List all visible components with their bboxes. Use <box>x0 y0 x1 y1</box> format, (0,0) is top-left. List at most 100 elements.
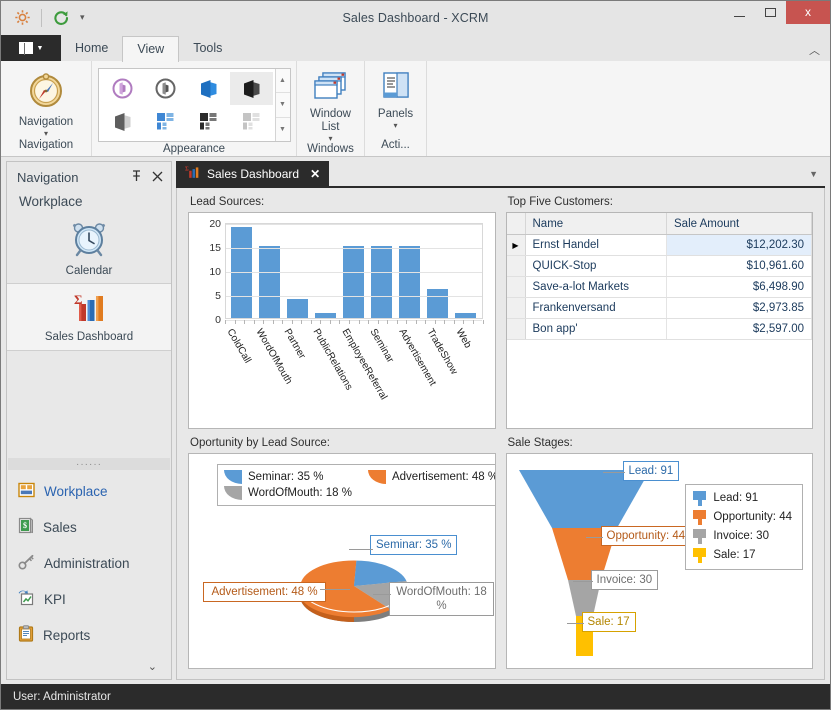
minimize-button[interactable] <box>724 1 755 25</box>
sale-stages-funnel-chart[interactable]: Lead: 91 Opportunity: 44 Invoice: 30 Sal… <box>506 453 814 670</box>
theme-office-dark-gray-icon[interactable] <box>144 72 187 105</box>
pie-legend-item-seminar: Seminar: 35 % <box>224 470 352 484</box>
svg-text:$: $ <box>23 521 27 530</box>
row-indicator[interactable] <box>507 319 526 339</box>
ribbon-group-appearance: ▲ ▼ ▼ Appearance <box>91 61 296 156</box>
row-indicator-header <box>507 213 526 234</box>
refresh-icon[interactable] <box>48 6 74 30</box>
close-button[interactable]: x <box>786 1 830 24</box>
collapse-ribbon-icon[interactable]: ︿ <box>809 42 820 58</box>
navigation-button[interactable]: Navigation ▾ <box>10 66 82 137</box>
row-indicator[interactable]: ▶ <box>507 235 526 255</box>
window-list-button[interactable]: Window List ▾ <box>304 66 357 142</box>
dashboard-grid: Lead Sources: 05101520 ColdCallWordOfMou… <box>176 188 825 680</box>
ribbon-tab-bar: ▼ Home View Tools ︿ <box>1 35 830 61</box>
customize-quick-access-icon[interactable]: ▾ <box>78 12 87 23</box>
tab-home[interactable]: Home <box>61 36 122 61</box>
sidebar-item-reports[interactable]: Reports <box>7 617 171 653</box>
navigation-panel-title: Navigation <box>17 170 78 185</box>
sidebar-item-administration[interactable]: Administration <box>7 545 171 581</box>
chevron-down-icon[interactable]: ▾ <box>328 135 332 142</box>
table-row[interactable]: ▶Ernst Handel$12,202.30 <box>507 235 813 256</box>
chevron-down-icon[interactable]: ▾ <box>44 130 48 137</box>
navigation-expand-button[interactable]: ⌄ <box>7 653 171 679</box>
navigation-splitter[interactable]: ······ <box>8 458 170 470</box>
application-menu-button[interactable]: ▼ <box>1 35 61 61</box>
cell-customer-name: Bon app' <box>526 319 668 339</box>
tab-tools[interactable]: Tools <box>179 36 236 61</box>
panel-opportunity-by-lead-source: Oportunity by Lead Source: Seminar: 35 % <box>183 433 501 674</box>
bar-chart-x-tick <box>368 320 369 324</box>
nav-item-calendar[interactable]: Calendar <box>7 215 171 283</box>
window-list-icon <box>313 70 349 107</box>
theme-office-black-icon[interactable] <box>230 72 273 105</box>
theme-metro-dark-icon[interactable] <box>187 105 230 138</box>
theme-office-blue-icon[interactable] <box>187 72 230 105</box>
pin-icon[interactable] <box>131 170 142 185</box>
bar-chart-bar[interactable] <box>371 246 392 318</box>
document-tab-sales-dashboard[interactable]: Σ Sales Dashboard ✕ <box>176 161 329 186</box>
status-bar-user: User: Administrator <box>13 691 111 703</box>
gear-icon[interactable] <box>9 6 35 30</box>
panels-button[interactable]: Panels ▾ <box>372 66 419 129</box>
bar-chart-x-labels: ColdCallWordOfMouthPartnerPublicRelation… <box>225 327 483 417</box>
document-tab-list-icon[interactable]: ▼ <box>809 169 825 179</box>
column-header-sale-amount[interactable]: Sale Amount <box>667 213 812 234</box>
bar-chart-x-tick <box>273 320 274 324</box>
bar-chart-bar[interactable] <box>315 313 336 318</box>
theme-metro-blue-icon[interactable] <box>144 105 187 138</box>
sidebar-item-sales[interactable]: $ Sales <box>7 509 171 545</box>
bar-chart-y-tick-label: 10 <box>209 266 221 278</box>
bar-chart-x-tick <box>320 320 321 324</box>
gallery-scrollbar[interactable]: ▲ ▼ ▼ <box>275 69 290 141</box>
chevron-down-icon[interactable]: ▾ <box>393 122 397 129</box>
theme-office-white-icon[interactable] <box>101 105 144 138</box>
funnel-callout-invoice: Invoice: 30 <box>591 570 659 590</box>
scroll-down-icon[interactable]: ▼ <box>276 93 290 117</box>
table-row[interactable]: Bon app'$2,597.00 <box>507 319 813 340</box>
lead-sources-chart[interactable]: 05101520 ColdCallWordOfMouthPartnerPubli… <box>188 212 496 429</box>
bar-chart: 05101520 ColdCallWordOfMouthPartnerPubli… <box>193 217 491 424</box>
bar-chart-bar[interactable] <box>287 299 308 318</box>
sales-dashboard-icon: Σ <box>71 291 107 328</box>
bar-chart-y-tick-label: 5 <box>215 290 221 302</box>
bar-chart-bar[interactable] <box>343 246 364 318</box>
top-customers-grid[interactable]: Name Sale Amount ▶Ernst Handel$12,202.30… <box>506 212 814 429</box>
panels-icon <box>380 70 412 107</box>
table-row[interactable]: QUICK-Stop$10,961.60 <box>507 256 813 277</box>
panel-top-customers: Top Five Customers: Name Sale Amount ▶Er… <box>501 192 819 433</box>
bar-chart-y-tick-label: 20 <box>209 218 221 230</box>
column-header-name[interactable]: Name <box>526 213 668 234</box>
gallery-dropdown-icon[interactable]: ▼ <box>276 118 290 141</box>
close-icon[interactable] <box>152 170 163 185</box>
ribbon-group-windows: Window List ▾ Windows <box>296 61 364 156</box>
row-indicator[interactable] <box>507 256 526 276</box>
bar-chart-x-tick <box>301 320 302 324</box>
row-indicator[interactable] <box>507 277 526 297</box>
bar-chart-bar[interactable] <box>399 246 420 318</box>
funnel-callout-lead: Lead: 91 <box>623 461 680 481</box>
opportunity-pie-chart[interactable]: Seminar: 35 % Advertisement: 48 % WordOf… <box>188 453 496 670</box>
bar-chart-bar[interactable] <box>259 246 280 318</box>
bar-chart-x-tick <box>387 320 388 324</box>
tab-view[interactable]: View <box>122 36 179 62</box>
nav-item-sales-dashboard[interactable]: Σ Sales Dashboard <box>7 283 171 351</box>
document-tab-label: Sales Dashboard <box>207 167 299 181</box>
maximize-button[interactable] <box>755 1 786 25</box>
navigation-panel-header: Navigation <box>7 162 171 192</box>
sidebar-item-workplace[interactable]: Workplace <box>7 473 171 509</box>
row-indicator[interactable] <box>507 298 526 318</box>
sidebar-item-kpi[interactable]: KPI <box>7 581 171 617</box>
theme-office-purple-icon[interactable] <box>101 72 144 105</box>
document-tab-close-icon[interactable]: ✕ <box>310 167 320 181</box>
bar-chart-bar[interactable] <box>455 313 476 318</box>
table-row[interactable]: Save-a-lot Markets$6,498.90 <box>507 277 813 298</box>
bar-chart-bar[interactable] <box>427 289 448 318</box>
table-row[interactable]: Frankenversand$2,973.85 <box>507 298 813 319</box>
table-header-row: Name Sale Amount <box>507 213 813 235</box>
appearance-gallery[interactable]: ▲ ▼ ▼ <box>98 68 291 142</box>
scroll-up-icon[interactable]: ▲ <box>276 69 290 93</box>
panel-opportunity-title: Oportunity by Lead Source: <box>188 437 496 453</box>
ribbon-group-navigation: Navigation ▾ Navigation <box>1 61 91 156</box>
theme-metro-light-icon[interactable] <box>230 105 273 138</box>
